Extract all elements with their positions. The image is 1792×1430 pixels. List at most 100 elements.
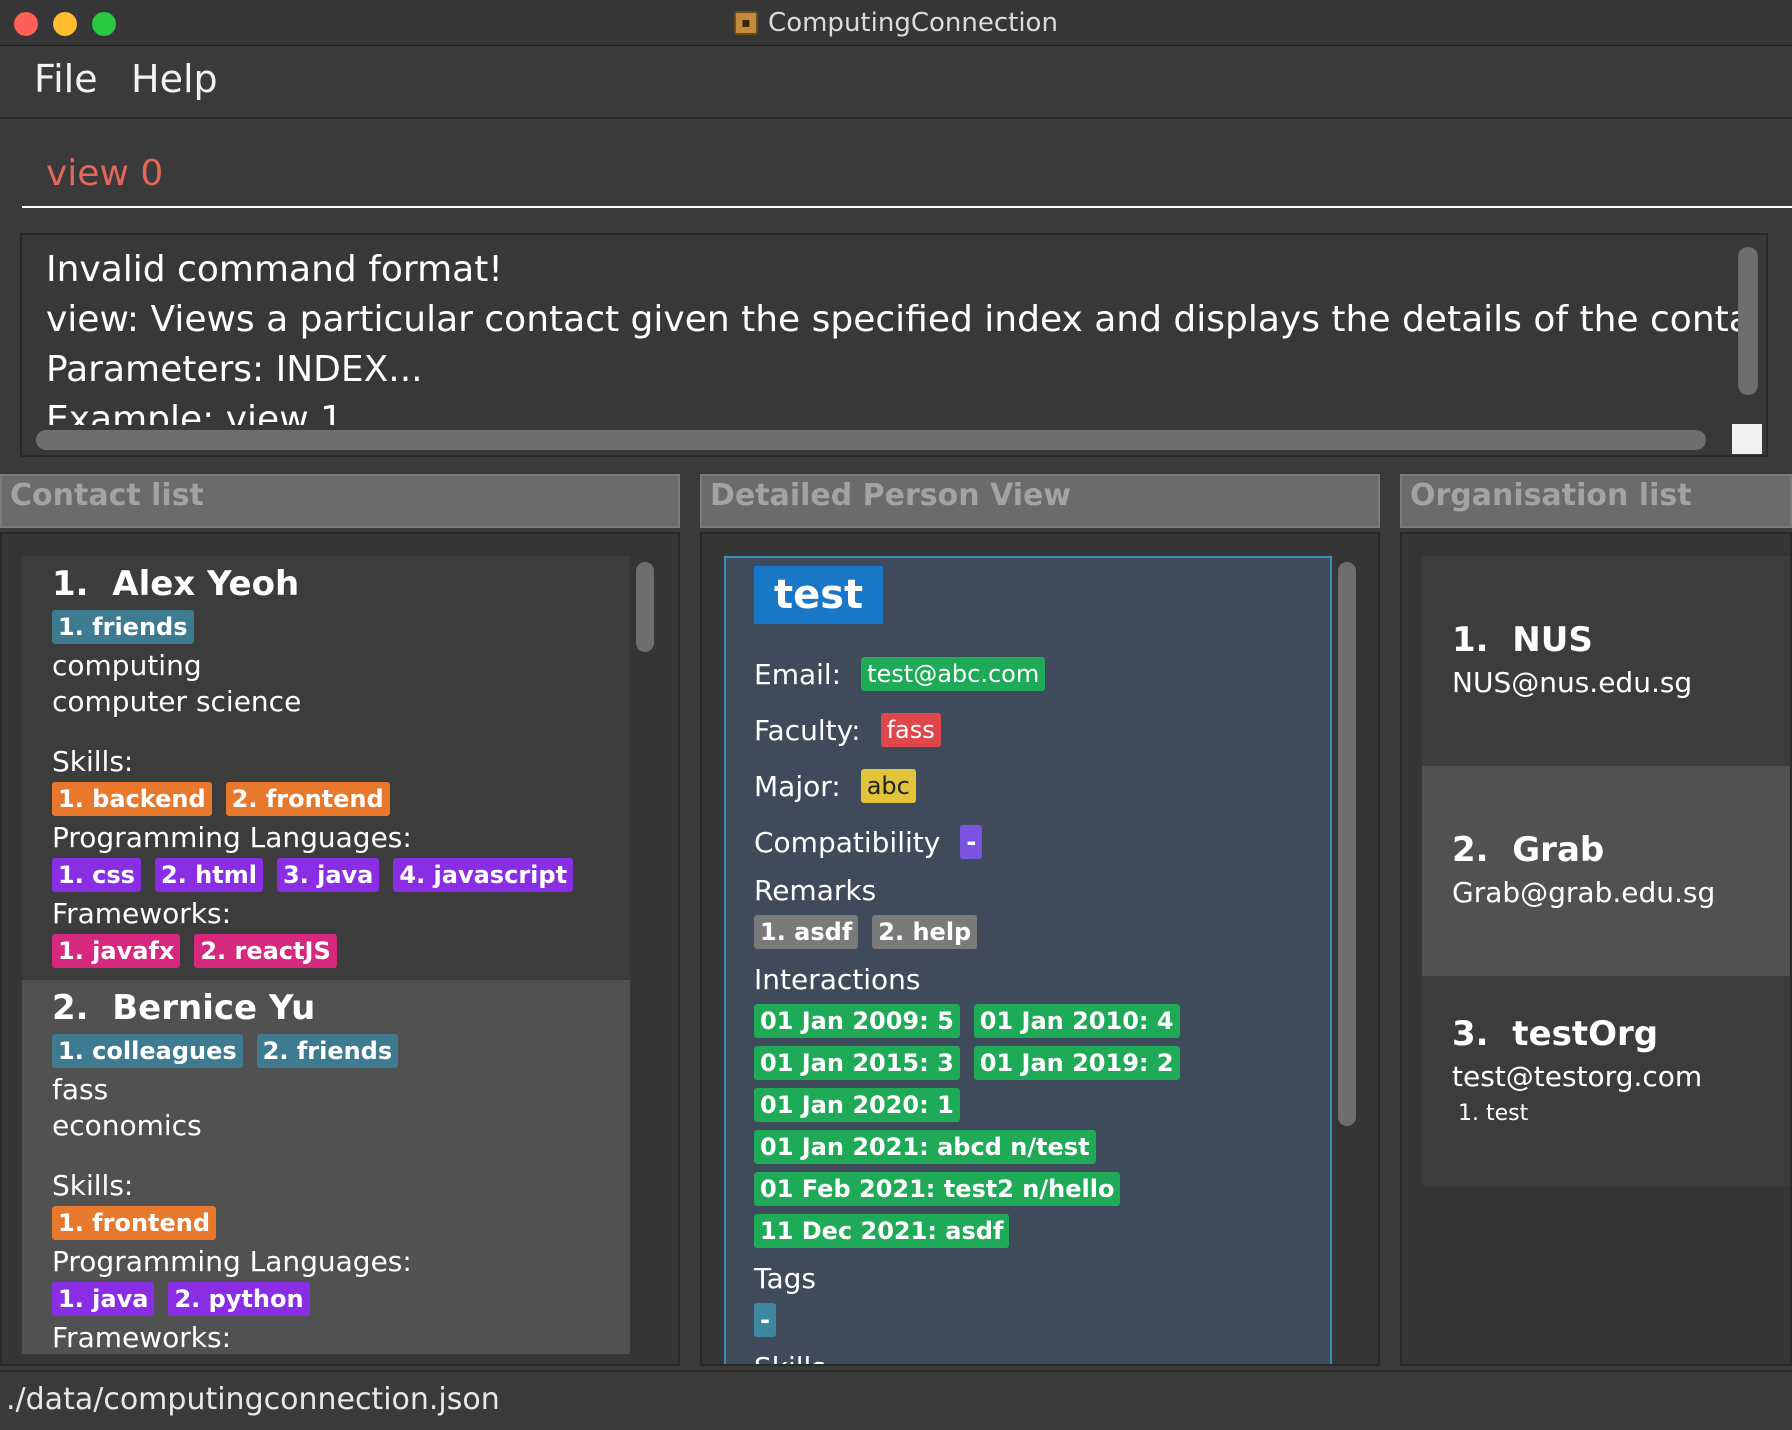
result-text: Invalid command format! view: Views a par… xyxy=(46,245,1746,425)
framework-tags: 1. javafx 2. reactJS xyxy=(52,934,600,968)
contact-major: economics xyxy=(52,1109,202,1142)
result-display: Invalid command format! view: Views a par… xyxy=(20,233,1768,457)
skills-tags: 1. frontend xyxy=(52,1206,600,1240)
org-list-panel: 1. NUS NUS@nus.edu.sg 2. Grab Grab@grab.… xyxy=(1400,532,1792,1366)
interaction-tag: 01 Jan 2020: 1 xyxy=(754,1088,960,1122)
tag: 1. friends xyxy=(52,610,194,644)
title-bar: ▪ ComputingConnection xyxy=(0,0,1792,46)
interaction-tag: 11 Dec 2021: asdf xyxy=(754,1214,1010,1248)
skills-label: Skills: xyxy=(52,1169,134,1202)
languages-label: Programming Languages: xyxy=(52,821,412,854)
language-tag: 4. javascript xyxy=(393,858,574,892)
org-member: 1. test xyxy=(1458,1101,1529,1126)
contact-list-panel: 1. Alex Yeoh 1. friends computing comput… xyxy=(0,532,680,1366)
menu-bar: File Help xyxy=(0,47,1792,119)
compatibility-label: Compatibility xyxy=(754,825,941,859)
major-row: Major: abc xyxy=(754,758,1302,814)
compatibility-row: Compatibility - xyxy=(754,814,1302,870)
major-label: Major: xyxy=(754,769,841,803)
languages-label: Programming Languages: xyxy=(52,1245,412,1278)
menu-help[interactable]: Help xyxy=(131,57,218,101)
app-icon: ▪ xyxy=(734,11,759,35)
window-title: ComputingConnection xyxy=(768,8,1058,38)
faculty-value: fass xyxy=(880,713,941,747)
org-email: test@testorg.com xyxy=(1452,1060,1703,1093)
framework-tag: 2. reactJS xyxy=(194,934,337,968)
result-vertical-scrollbar[interactable] xyxy=(1738,247,1758,395)
language-tags: 1. java 2. python xyxy=(52,1282,600,1316)
skill-tag: 1. frontend xyxy=(52,1206,217,1240)
skill-tag: 1. backend xyxy=(52,782,212,816)
contact-tags: 1. colleagues 2. friends xyxy=(52,1034,600,1068)
email-label: Email: xyxy=(754,657,842,691)
command-input[interactable] xyxy=(22,141,1792,208)
result-line: Invalid command format! xyxy=(46,249,503,290)
detail-view-header: Detailed Person View xyxy=(700,474,1380,528)
language-tag: 1. css xyxy=(52,858,141,892)
interaction-tag: 01 Jan 2015: 3 xyxy=(754,1046,960,1080)
faculty-row: Faculty: fass xyxy=(754,702,1302,758)
org-card[interactable]: 1. NUS NUS@nus.edu.sg xyxy=(1422,556,1790,766)
remark-tag: 1. asdf xyxy=(754,915,859,949)
contact-faculty: computing xyxy=(52,649,202,682)
contact-card[interactable]: 1. Alex Yeoh 1. friends computing comput… xyxy=(22,556,630,980)
command-box xyxy=(0,121,1792,223)
skills-label: Skills: xyxy=(52,745,134,778)
email-value: test@abc.com xyxy=(861,657,1046,691)
org-list-header: Organisation list xyxy=(1400,474,1792,528)
tag: 2. friends xyxy=(256,1034,399,1068)
org-name: 2. Grab xyxy=(1452,830,1605,870)
result-line: Parameters: INDEX... xyxy=(46,349,423,390)
compatibility-value: - xyxy=(960,825,983,859)
remark-tag: 2. help xyxy=(872,915,978,949)
language-tag: 2. html xyxy=(154,858,263,892)
org-card[interactable]: 2. Grab Grab@grab.edu.sg xyxy=(1422,766,1790,976)
org-name: 1. NUS xyxy=(1452,620,1593,660)
detail-card: test Email: test@abc.com Faculty: fass M… xyxy=(724,556,1332,1364)
interaction-tag: 01 Jan 2010: 4 xyxy=(973,1004,1180,1038)
detail-tag: - xyxy=(754,1303,776,1337)
interactions-label: Interactions xyxy=(754,963,921,996)
save-location: ./data/computingconnection.json xyxy=(6,1382,500,1417)
remarks-label: Remarks xyxy=(754,874,877,907)
faculty-label: Faculty: xyxy=(754,713,861,747)
skills-tags: 1. backend 2. frontend xyxy=(52,782,600,816)
tags-label: Tags xyxy=(754,1262,816,1295)
frameworks-label: Frameworks: xyxy=(52,897,232,930)
skill-tag: 2. frontend xyxy=(225,782,390,816)
email-row: Email: test@abc.com xyxy=(754,646,1302,702)
status-bar: ./data/computingconnection.json xyxy=(0,1370,1792,1430)
menu-file[interactable]: File xyxy=(34,57,98,101)
language-tag: 1. java xyxy=(52,1282,155,1316)
org-card[interactable]: 3. testOrg test@testorg.com 1. test xyxy=(1422,976,1790,1186)
language-tags: 1. css 2. html 3. java 4. javascript xyxy=(52,858,600,892)
contact-list-scrollbar[interactable] xyxy=(636,562,654,652)
org-email: NUS@nus.edu.sg xyxy=(1452,666,1693,699)
contact-faculty: fass xyxy=(52,1073,109,1106)
contact-list-header: Contact list xyxy=(0,474,680,528)
skills-label: Skills xyxy=(754,1351,1302,1364)
result-line: Example: view 1 xyxy=(46,399,343,425)
interaction-tag: 01 Jan 2019: 2 xyxy=(973,1046,1180,1080)
framework-tag: 1. javafx xyxy=(52,934,181,968)
contact-name: 1. Alex Yeoh xyxy=(52,564,300,604)
org-name: 3. testOrg xyxy=(1452,1014,1659,1054)
detail-scrollbar[interactable] xyxy=(1338,562,1356,1126)
detail-panel: test Email: test@abc.com Faculty: fass M… xyxy=(700,532,1380,1366)
result-horizontal-scrollbar[interactable] xyxy=(36,430,1706,450)
language-tag: 3. java xyxy=(276,858,380,892)
contact-card[interactable]: 2. Bernice Yu 1. colleagues 2. friends f… xyxy=(22,980,630,1354)
major-value: abc xyxy=(860,769,916,803)
language-tag: 2. python xyxy=(168,1282,310,1316)
contact-tags: 1. friends xyxy=(52,610,600,644)
contact-major: computer science xyxy=(52,685,302,718)
frameworks-label: Frameworks: xyxy=(52,1321,232,1354)
interaction-tag: 01 Feb 2021: test2 n/hello xyxy=(754,1172,1121,1206)
detail-tags: - xyxy=(754,1303,1314,1337)
result-line: view: Views a particular contact given t… xyxy=(46,299,1746,340)
remarks-tags: 1. asdf 2. help xyxy=(754,915,1314,949)
interaction-tags: 01 Jan 2009: 5 01 Jan 2010: 4 01 Jan 201… xyxy=(754,1004,1314,1248)
title-wrap: ▪ ComputingConnection xyxy=(0,0,1792,46)
org-email: Grab@grab.edu.sg xyxy=(1452,876,1716,909)
tag: 1. colleagues xyxy=(52,1034,243,1068)
